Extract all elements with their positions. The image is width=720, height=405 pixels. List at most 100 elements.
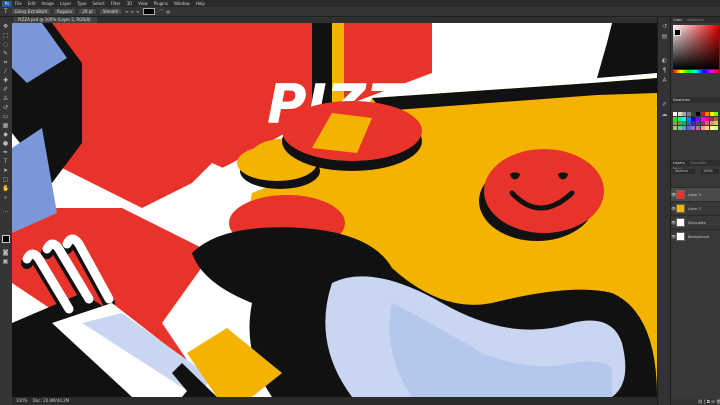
app-logo[interactable]: Ps <box>2 0 12 7</box>
zoom-level[interactable]: 100% <box>16 398 27 403</box>
swatch[interactable] <box>705 121 710 126</box>
screen-mode-icon[interactable]: ▣ <box>2 258 9 265</box>
menu-select[interactable]: Select <box>92 1 104 6</box>
swatch[interactable] <box>700 116 705 121</box>
delete-layer-icon[interactable]: 🗑 <box>716 399 720 404</box>
menu-edit[interactable]: Edit <box>28 1 36 6</box>
add-style-icon[interactable]: ƒ <box>704 399 705 404</box>
swatch[interactable] <box>682 121 687 126</box>
swatch[interactable] <box>695 125 700 130</box>
shape-tool-icon[interactable]: ▢ <box>2 176 9 183</box>
path-select-icon[interactable]: ➤ <box>2 167 9 174</box>
character-panel-icon[interactable]: ▤ <box>166 9 170 14</box>
align-right-icon[interactable]: ≡ <box>136 9 139 14</box>
document-canvas[interactable]: PIZZA <box>12 23 657 397</box>
menu-layer[interactable]: Layer <box>60 1 71 6</box>
type-tool-icon[interactable]: T <box>4 8 8 15</box>
swatch[interactable] <box>695 112 700 116</box>
blur-tool-icon[interactable]: ◆ <box>2 131 9 138</box>
swatch[interactable] <box>714 116 719 121</box>
swatch[interactable] <box>677 112 682 116</box>
eyedropper-icon[interactable]: ⁄ <box>2 68 9 75</box>
swatch[interactable] <box>686 116 691 121</box>
tab-channels[interactable]: Channels <box>688 161 708 165</box>
hue-slider[interactable] <box>673 70 719 73</box>
swatch[interactable] <box>709 116 714 121</box>
gradient-tool-icon[interactable]: ▦ <box>2 122 9 129</box>
adjustments-panel-icon[interactable]: ◐ <box>661 57 668 64</box>
swatch[interactable] <box>682 112 687 116</box>
eraser-tool-icon[interactable]: ▭ <box>2 113 9 120</box>
swatch[interactable] <box>686 125 691 130</box>
swatch[interactable] <box>709 121 714 126</box>
layer-row[interactable]: 👁 Silhouette <box>671 215 720 229</box>
swatch[interactable] <box>673 125 677 130</box>
swatch[interactable] <box>673 112 677 116</box>
quick-select-icon[interactable]: ✎ <box>2 50 9 57</box>
menu-view[interactable]: View <box>138 1 148 6</box>
crop-tool-icon[interactable]: ⌗ <box>2 59 9 66</box>
swatch[interactable] <box>691 121 696 126</box>
tab-swatches[interactable]: Swatches <box>671 98 692 102</box>
menu-help[interactable]: Help <box>196 1 205 6</box>
font-family-select[interactable]: Gilroy ExtraBold <box>11 9 51 14</box>
font-size-select[interactable]: 20 pt <box>79 9 96 14</box>
swatch[interactable] <box>705 112 710 116</box>
new-layer-icon[interactable]: ⊞ <box>711 399 714 404</box>
swatch[interactable] <box>709 125 714 130</box>
swatch[interactable] <box>714 121 719 126</box>
character-panel-icon[interactable]: A <box>661 77 668 84</box>
dodge-tool-icon[interactable]: ● <box>2 140 9 147</box>
swatch[interactable] <box>682 116 687 121</box>
layer-row[interactable]: 👁 Layer 3 <box>671 187 720 201</box>
foreground-color-swatch[interactable] <box>2 235 10 243</box>
link-layers-icon[interactable]: ⛓ <box>698 399 703 404</box>
type-tool-icon[interactable]: T <box>2 158 9 165</box>
swatch[interactable] <box>700 121 705 126</box>
swatch[interactable] <box>677 125 682 130</box>
menu-3d[interactable]: 3D <box>127 1 133 6</box>
layer-row[interactable]: 👁 Layer 2 <box>671 201 720 215</box>
menu-plugins[interactable]: Plugins <box>154 1 168 6</box>
marquee-tool-icon[interactable]: ⬚ <box>2 32 9 39</box>
swatch[interactable] <box>677 121 682 126</box>
tab-layers[interactable]: Layers <box>671 161 687 165</box>
paragraph-panel-icon[interactable]: ¶ <box>661 67 668 74</box>
brush-panel-icon[interactable]: ✐ <box>661 101 668 108</box>
move-tool-icon[interactable]: ✥ <box>2 23 9 30</box>
menu-type[interactable]: Type <box>77 1 86 6</box>
quick-mask-icon[interactable]: ◙ <box>2 249 9 256</box>
layer-row[interactable]: 👁 Background <box>671 229 720 243</box>
clone-stamp-icon[interactable]: ♙ <box>2 95 9 102</box>
swatch[interactable] <box>686 121 691 126</box>
more-tools-icon[interactable]: … <box>2 207 9 214</box>
history-brush-icon[interactable]: ↺ <box>2 104 9 111</box>
swatch[interactable] <box>673 116 677 121</box>
swatch[interactable] <box>700 112 705 116</box>
swatch[interactable] <box>714 112 719 116</box>
font-style-select[interactable]: Regular <box>54 9 76 14</box>
swatch[interactable] <box>691 112 696 116</box>
swatch[interactable] <box>709 112 714 116</box>
add-mask-icon[interactable]: ◘ <box>707 399 710 404</box>
brush-tool-icon[interactable]: ✐ <box>2 86 9 93</box>
swatch[interactable] <box>695 121 700 126</box>
text-color-swatch[interactable] <box>143 8 156 15</box>
hand-tool-icon[interactable]: ✋ <box>2 185 9 192</box>
swatch[interactable] <box>695 116 700 121</box>
libraries-panel-icon[interactable]: ☁ <box>661 111 668 118</box>
menu-file[interactable]: File <box>15 1 22 6</box>
zoom-tool-icon[interactable]: ⌕ <box>2 194 9 201</box>
swatch[interactable] <box>682 125 687 130</box>
tab-color[interactable]: Color <box>671 18 684 22</box>
foreground-color-chip[interactable] <box>674 29 681 36</box>
pen-tool-icon[interactable]: ✒ <box>2 149 9 156</box>
menu-image[interactable]: Image <box>41 1 54 6</box>
healing-brush-icon[interactable]: ✚ <box>2 77 9 84</box>
swatch[interactable] <box>700 125 705 130</box>
history-panel-icon[interactable]: ↺ <box>661 23 668 30</box>
anti-alias-select[interactable]: Smooth <box>99 9 122 14</box>
align-left-icon[interactable]: ≡ <box>125 9 128 14</box>
swatch[interactable] <box>673 121 677 126</box>
properties-panel-icon[interactable]: ▤ <box>661 33 668 40</box>
